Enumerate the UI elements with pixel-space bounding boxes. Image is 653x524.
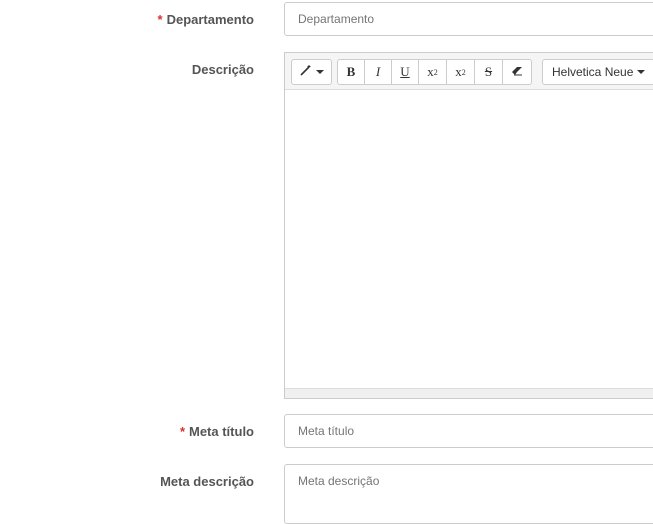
superscript-button[interactable]: x2 [418,59,447,85]
italic-button[interactable]: I [364,59,392,85]
department-input[interactable] [284,2,653,36]
font-family-group: Helvetica Neue [542,59,653,85]
editor-toolbar: B I U x2 x2 S Helvetica Neue [285,53,653,90]
font-family-value: Helvetica Neue [552,65,634,79]
required-mark: * [157,12,163,27]
style-dropdown-button[interactable] [291,59,332,85]
style-group [291,59,332,85]
meta-description-textarea[interactable] [284,464,653,524]
editor-content-area[interactable] [285,90,653,389]
clear-format-button[interactable] [502,59,532,85]
description-label: Descrição [191,62,254,77]
underline-button[interactable]: U [391,59,419,85]
caret-down-icon [637,70,646,74]
bold-button[interactable]: B [337,59,365,85]
strikethrough-button[interactable]: S [474,59,503,85]
font-family-dropdown[interactable]: Helvetica Neue [542,59,653,85]
eraser-icon [511,64,523,80]
meta-title-label: * Meta título [180,424,254,439]
meta-title-input[interactable] [284,414,653,448]
magic-wand-icon [299,64,312,80]
subscript-sub: 2 [461,67,466,77]
required-mark: * [179,424,185,439]
font-style-group: B I U x2 x2 S [337,59,532,85]
caret-down-icon [315,70,324,74]
meta-title-label-text: Meta título [189,424,254,439]
superscript-exp: 2 [433,67,438,77]
department-label-text: Departamento [166,12,254,27]
editor-resize-handle[interactable] [285,388,653,398]
meta-description-label: Meta descrição [160,474,254,489]
description-editor: B I U x2 x2 S Helvetica Neue [284,52,653,399]
subscript-button[interactable]: x2 [446,59,475,85]
department-label: * Departamento [158,12,254,27]
